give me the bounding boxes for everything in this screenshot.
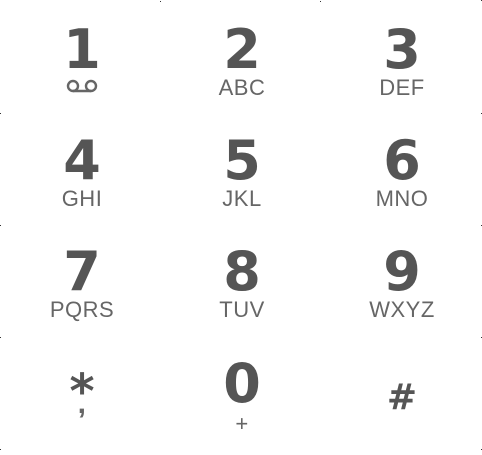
- dial-key-9[interactable]: 9 WXYZ: [332, 243, 472, 343]
- letters-label: MNO: [375, 186, 429, 211]
- letters-label: DEF: [379, 75, 425, 100]
- digit-label: 1: [63, 18, 101, 81]
- digit-label: 2: [223, 18, 261, 81]
- digit-label: 3: [383, 18, 421, 81]
- edge-dot: [0, 225, 1, 226]
- edge-dot: [0, 337, 1, 338]
- digit-label: 9: [383, 240, 421, 303]
- dial-key-7[interactable]: 7 PQRS: [12, 243, 152, 343]
- voicemail-icon: [66, 79, 98, 93]
- edge-dot: [320, 1, 321, 2]
- plus-label: +: [235, 411, 249, 436]
- dial-key-5[interactable]: 5 JKL: [172, 132, 312, 232]
- dial-key-2[interactable]: 2 ABC: [172, 21, 312, 121]
- dial-key-6[interactable]: 6 MNO: [332, 132, 472, 232]
- letters-label: ABC: [218, 75, 266, 100]
- letters-label: WXYZ: [369, 297, 435, 322]
- digit-label: 6: [383, 129, 421, 192]
- dialpad: 1 2 ABC 3 DEF 4 GHI 5 JKL 6 MNO 7 PQRS 8…: [0, 0, 482, 450]
- letters-label: TUV: [219, 297, 265, 322]
- letters-label: PQRS: [49, 297, 115, 322]
- dial-key-hash[interactable]: #: [332, 355, 472, 455]
- dial-key-3[interactable]: 3 DEF: [332, 21, 472, 121]
- dial-key-1[interactable]: 1: [12, 21, 152, 121]
- hash-symbol: #: [386, 377, 418, 418]
- digit-label: 7: [63, 240, 101, 303]
- dial-key-star[interactable]: * ,: [12, 355, 152, 455]
- dial-key-0[interactable]: 0 +: [172, 355, 312, 455]
- digit-label: 4: [63, 129, 101, 192]
- digit-label: 5: [223, 129, 261, 192]
- dial-key-4[interactable]: 4 GHI: [12, 132, 152, 232]
- dial-key-8[interactable]: 8 TUV: [172, 243, 312, 343]
- letters-label: JKL: [222, 186, 262, 211]
- edge-dot: [0, 113, 1, 114]
- digit-label: 0: [223, 352, 261, 415]
- edge-dot: [160, 1, 161, 2]
- letters-label: GHI: [61, 186, 103, 211]
- comma-label: ,: [77, 387, 87, 420]
- digit-label: 8: [223, 240, 261, 303]
